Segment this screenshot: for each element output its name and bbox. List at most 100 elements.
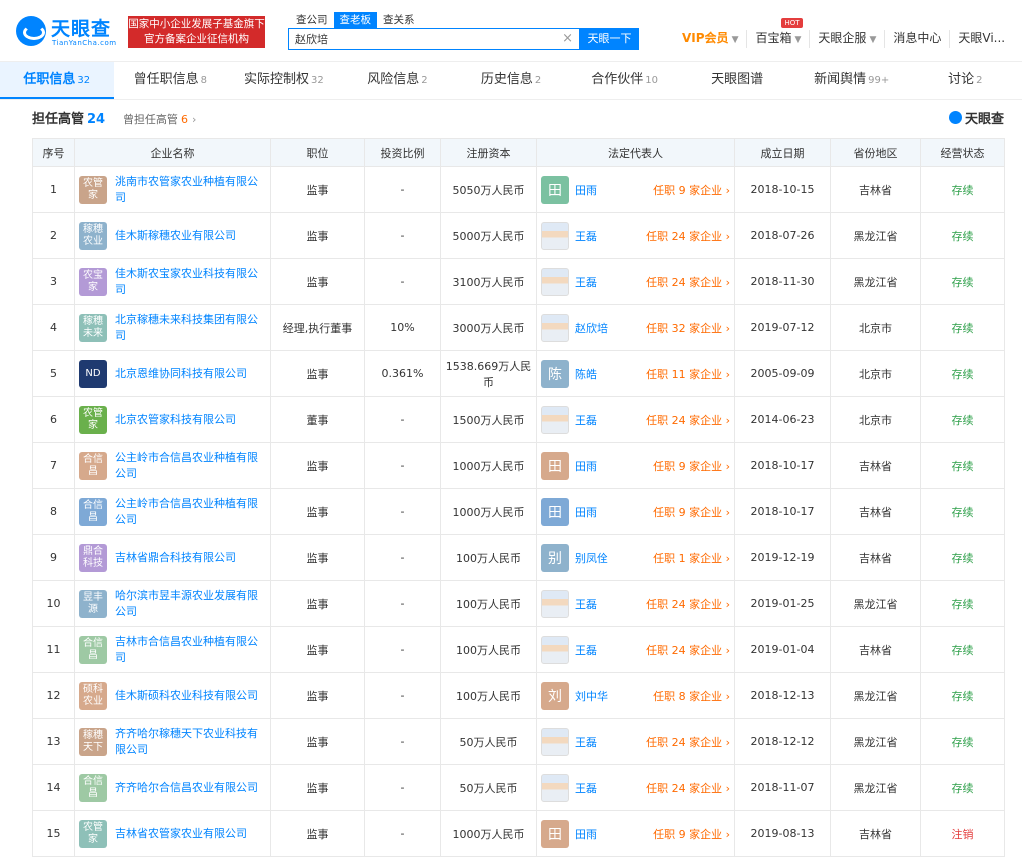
company-link[interactable]: 洮南市农管家农业种植有限公司 <box>115 174 266 206</box>
rep-avatar[interactable]: 田 <box>541 451 569 480</box>
company-link[interactable]: 北京稼穗未来科技集团有限公司 <box>115 312 266 344</box>
company-logo[interactable]: 硕科农业 <box>79 681 107 710</box>
rep-positions-link[interactable]: 任职 24 家企业 › <box>646 596 730 612</box>
user-menu[interactable]: 天眼Vi... <box>949 30 1013 48</box>
rep-positions-link[interactable]: 任职 24 家企业 › <box>646 780 730 796</box>
company-logo[interactable]: 稼穗农业 <box>79 221 107 250</box>
company-logo[interactable]: 稼穗天下 <box>79 727 107 756</box>
company-link[interactable]: 北京农管家科技有限公司 <box>115 412 236 428</box>
company-logo[interactable]: 稼穗未来 <box>79 313 107 342</box>
tab-discussion[interactable]: 讨论 2 <box>909 62 1022 99</box>
rep-name-link[interactable]: 王磊 <box>575 780 627 796</box>
company-link[interactable]: 哈尔滨市昱丰源农业发展有限公司 <box>115 588 266 620</box>
rep-positions-link[interactable]: 任职 8 家企业 › <box>653 688 730 704</box>
company-logo[interactable]: 合信昌 <box>79 497 107 526</box>
rep-avatar-photo[interactable] <box>541 313 569 342</box>
rep-name-link[interactable]: 别凤佺 <box>575 550 627 566</box>
tab-former-positions[interactable]: 曾任职信息 8 <box>114 62 228 99</box>
promo-banner[interactable]: 国家中小企业发展子基金旗下 官方备案企业征信机构 <box>128 16 265 48</box>
rep-name-link[interactable]: 刘中华 <box>575 688 627 704</box>
toolbox-menu[interactable]: 百宝箱 ▼ HOT <box>746 18 809 48</box>
rep-name-link[interactable]: 田雨 <box>575 182 627 198</box>
company-logo[interactable]: 合信昌 <box>79 451 107 480</box>
rep-avatar-photo[interactable] <box>541 221 569 250</box>
rep-positions-link[interactable]: 任职 24 家企业 › <box>646 274 730 290</box>
search-input[interactable] <box>289 29 549 49</box>
rep-positions-link[interactable]: 任职 1 家企业 › <box>653 550 730 566</box>
tab-news[interactable]: 新闻舆情 99+ <box>795 62 909 99</box>
rep-name-link[interactable]: 王磊 <box>575 228 627 244</box>
tab-actual-control[interactable]: 实际控制权 32 <box>227 62 341 99</box>
rep-avatar-photo[interactable] <box>541 589 569 618</box>
rep-positions-link[interactable]: 任职 9 家企业 › <box>653 504 730 520</box>
company-logo[interactable]: 合信昌 <box>79 635 107 664</box>
tab-partners[interactable]: 合作伙伴 10 <box>568 62 682 99</box>
rep-name-link[interactable]: 王磊 <box>575 642 627 658</box>
company-logo[interactable]: ND <box>79 359 107 388</box>
company-logo[interactable]: 合信昌 <box>79 773 107 802</box>
company-logo[interactable]: 农管家 <box>79 405 107 434</box>
cell-ratio: 10% <box>364 304 441 351</box>
rep-avatar-photo[interactable] <box>541 267 569 296</box>
vip-menu[interactable]: VIP会员 ▼ <box>680 30 746 48</box>
rep-avatar[interactable]: 陈 <box>541 359 569 388</box>
rep-name-link[interactable]: 田雨 <box>575 458 627 474</box>
rep-name-link[interactable]: 王磊 <box>575 274 627 290</box>
search-button[interactable]: 天眼一下 <box>580 28 639 50</box>
clear-icon[interactable]: × <box>562 31 573 46</box>
company-logo[interactable]: 农管家 <box>79 819 107 848</box>
rep-avatar[interactable]: 田 <box>541 175 569 204</box>
former-executive-link[interactable]: 曾担任高管 6 › <box>123 113 196 126</box>
company-logo[interactable]: 农宝家 <box>79 267 107 296</box>
rep-name-link[interactable]: 陈皓 <box>575 366 627 382</box>
rep-positions-link[interactable]: 任职 9 家企业 › <box>653 182 730 198</box>
rep-avatar[interactable]: 田 <box>541 819 569 848</box>
rep-name-link[interactable]: 王磊 <box>575 596 627 612</box>
tab-risk[interactable]: 风险信息 2 <box>341 62 455 99</box>
company-logo[interactable]: 农管家 <box>79 175 107 204</box>
search-tab-company[interactable]: 查公司 <box>290 12 334 28</box>
company-link[interactable]: 公主岭市合信昌农业种植有限公司 <box>115 496 266 528</box>
company-link[interactable]: 佳木斯农宝家农业科技有限公司 <box>115 266 266 298</box>
enterprise-service-menu[interactable]: 天眼企服 ▼ <box>809 30 884 48</box>
rep-positions-link[interactable]: 任职 24 家企业 › <box>646 734 730 750</box>
rep-positions-link[interactable]: 任职 24 家企业 › <box>646 412 730 428</box>
rep-name-link[interactable]: 王磊 <box>575 412 627 428</box>
company-link[interactable]: 齐齐哈尔稼穗天下农业科技有限公司 <box>115 726 266 758</box>
company-link[interactable]: 吉林市合信昌农业种植有限公司 <box>115 634 266 666</box>
company-logo[interactable]: 昱丰源 <box>79 589 107 618</box>
rep-avatar-photo[interactable] <box>541 727 569 756</box>
rep-name-link[interactable]: 王磊 <box>575 734 627 750</box>
rep-positions-link[interactable]: 任职 24 家企业 › <box>646 642 730 658</box>
rep-name-link[interactable]: 田雨 <box>575 826 627 842</box>
company-link[interactable]: 吉林省鼎合科技有限公司 <box>115 550 236 566</box>
cell-ratio: - <box>364 488 441 535</box>
rep-avatar-photo[interactable] <box>541 773 569 802</box>
rep-avatar[interactable]: 别 <box>541 543 569 572</box>
rep-avatar-photo[interactable] <box>541 635 569 664</box>
tab-graph[interactable]: 天眼图谱 <box>681 62 795 99</box>
rep-name-link[interactable]: 田雨 <box>575 504 627 520</box>
rep-positions-link[interactable]: 任职 32 家企业 › <box>646 320 730 336</box>
company-link[interactable]: 吉林省农管家农业有限公司 <box>115 826 247 842</box>
message-center-link[interactable]: 消息中心 <box>884 30 949 48</box>
rep-avatar[interactable]: 刘 <box>541 681 569 710</box>
search-tab-relation[interactable]: 查关系 <box>377 12 421 28</box>
rep-positions-link[interactable]: 任职 24 家企业 › <box>646 228 730 244</box>
site-logo[interactable]: 天眼查 TianYanCha.com <box>16 14 126 50</box>
rep-name-link[interactable]: 赵欣培 <box>575 320 627 336</box>
search-tab-boss[interactable]: 查老板 <box>333 12 377 28</box>
company-link[interactable]: 佳木斯硕科农业科技有限公司 <box>115 688 258 704</box>
tab-positions[interactable]: 任职信息 32 <box>0 62 114 99</box>
rep-positions-link[interactable]: 任职 9 家企业 › <box>653 458 730 474</box>
rep-positions-link[interactable]: 任职 11 家企业 › <box>646 366 730 382</box>
rep-avatar[interactable]: 田 <box>541 497 569 526</box>
rep-avatar-photo[interactable] <box>541 405 569 434</box>
company-link[interactable]: 佳木斯稼穗农业有限公司 <box>115 228 236 244</box>
company-link[interactable]: 北京恩维协同科技有限公司 <box>115 366 247 382</box>
company-link[interactable]: 公主岭市合信昌农业种植有限公司 <box>115 450 266 482</box>
company-logo[interactable]: 鼎合科技 <box>79 543 107 572</box>
company-link[interactable]: 齐齐哈尔合信昌农业有限公司 <box>115 780 258 796</box>
tab-history[interactable]: 历史信息 2 <box>454 62 568 99</box>
rep-positions-link[interactable]: 任职 9 家企业 › <box>653 826 730 842</box>
